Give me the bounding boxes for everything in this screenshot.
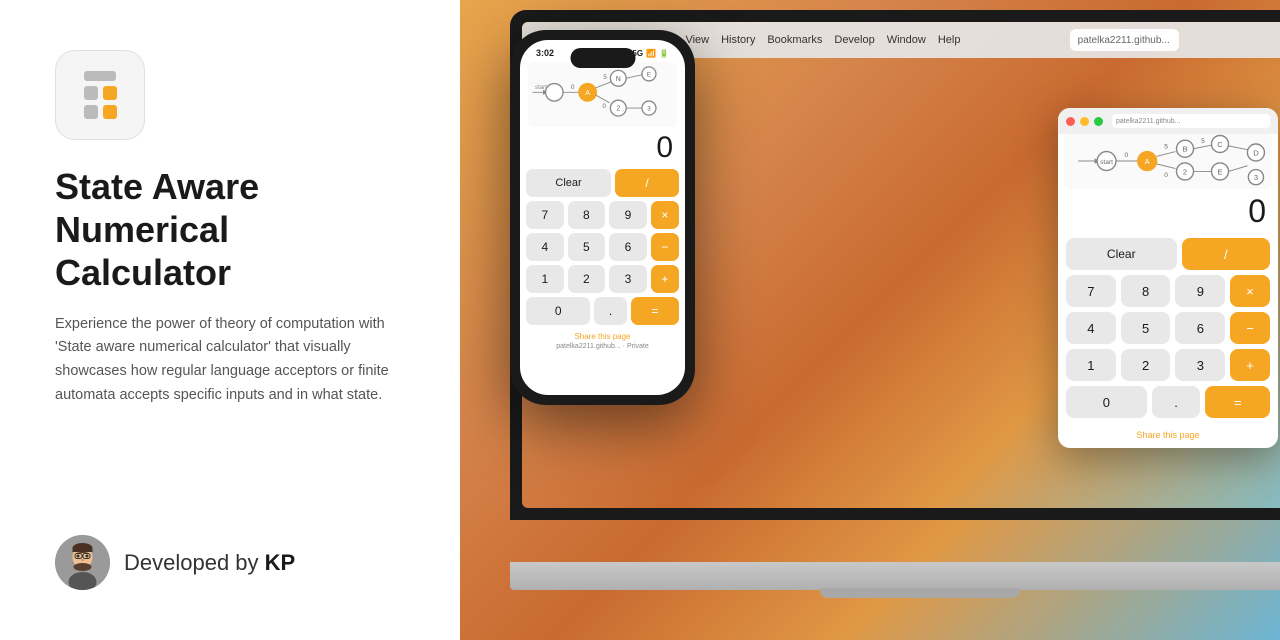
- calc-close[interactable]: [1066, 117, 1075, 126]
- svg-text:B: B: [1182, 145, 1187, 154]
- row-789-iphone: 7 8 9 ×: [526, 201, 679, 229]
- svg-text:0: 0: [1164, 172, 1168, 179]
- btn-0-iphone[interactable]: 0: [526, 297, 590, 325]
- btn-1-mac[interactable]: 1: [1066, 349, 1116, 381]
- calc-url[interactable]: patelka2211.github...: [1112, 114, 1270, 128]
- row-789-mac: 7 8 9 ×: [1066, 275, 1270, 307]
- btn-7-mac[interactable]: 7: [1066, 275, 1116, 307]
- multiply-button-mac[interactable]: ×: [1230, 275, 1270, 307]
- share-link-iphone[interactable]: Share this page: [520, 329, 685, 343]
- calc-window-titlebar: patelka2211.github...: [1058, 108, 1278, 134]
- svg-text:0: 0: [603, 103, 607, 110]
- clear-row-iphone: Clear /: [526, 169, 679, 197]
- plus-button-mac[interactable]: +: [1230, 349, 1270, 381]
- btn-9-mac[interactable]: 9: [1175, 275, 1225, 307]
- svg-text:5: 5: [1201, 138, 1205, 145]
- developer-section: Developed by KP: [55, 535, 410, 590]
- state-machine-svg-iphone: start 0 A 5 N E: [528, 62, 677, 127]
- svg-text:2: 2: [1183, 167, 1187, 176]
- row-123-iphone: 1 2 3 +: [526, 265, 679, 293]
- app-description: Experience the power of theory of comput…: [55, 313, 410, 409]
- svg-text:start: start: [1100, 159, 1113, 166]
- dot-button-mac[interactable]: .: [1152, 386, 1201, 418]
- right-panel: Safari File Edit View History Bookmarks …: [460, 0, 1280, 640]
- clear-button-iphone[interactable]: Clear: [526, 169, 611, 197]
- svg-text:E: E: [1217, 167, 1222, 176]
- btn-2-iphone[interactable]: 2: [568, 265, 606, 293]
- btn-4-mac[interactable]: 4: [1066, 312, 1116, 344]
- svg-text:C: C: [1217, 140, 1223, 149]
- multiply-button-iphone[interactable]: ×: [651, 201, 679, 229]
- row-456-iphone: 4 5 6 −: [526, 233, 679, 261]
- svg-text:5: 5: [1164, 144, 1168, 151]
- clear-button-mac[interactable]: Clear: [1066, 238, 1177, 270]
- display-number-iphone: 0: [520, 129, 685, 167]
- calc-buttons-mac: Clear / 7 8 9 ×: [1058, 234, 1278, 426]
- btn-7-iphone[interactable]: 7: [526, 201, 564, 229]
- url-bar-iphone: patelka2211.github... · Private: [520, 343, 685, 354]
- svg-text:0: 0: [571, 84, 575, 91]
- minus-button-mac[interactable]: −: [1230, 312, 1270, 344]
- iphone-notch: [570, 48, 635, 68]
- btn-8-mac[interactable]: 8: [1121, 275, 1171, 307]
- iphone: 3:02 5G 📶 🔋 start 0: [510, 30, 695, 610]
- clear-row-mac: Clear /: [1066, 238, 1270, 270]
- row-456-mac: 4 5 6 −: [1066, 312, 1270, 344]
- state-diagram-iphone: start 0 A 5 N E: [528, 62, 677, 127]
- svg-text:N: N: [616, 76, 621, 83]
- btn-1-iphone[interactable]: 1: [526, 265, 564, 293]
- row-0-mac: 0 . =: [1066, 386, 1270, 418]
- plus-button-iphone[interactable]: +: [651, 265, 679, 293]
- top-section: State Aware Numerical Calculator Experie…: [55, 50, 410, 408]
- developer-avatar: [55, 535, 110, 590]
- svg-text:E: E: [647, 72, 651, 79]
- macbook-foot: [820, 588, 1020, 598]
- title-section: State Aware Numerical Calculator Experie…: [55, 165, 410, 408]
- btn-9-iphone[interactable]: 9: [609, 201, 647, 229]
- dot-button-iphone[interactable]: .: [594, 297, 626, 325]
- app-icon: [55, 50, 145, 140]
- url-bar-mac[interactable]: patelka2211.github...: [1070, 29, 1179, 51]
- iphone-screen: 3:02 5G 📶 🔋 start 0: [520, 40, 685, 395]
- equals-button-mac[interactable]: =: [1205, 386, 1270, 418]
- equals-button-iphone[interactable]: =: [631, 297, 679, 325]
- svg-text:2: 2: [616, 106, 620, 113]
- calc-maximize[interactable]: [1094, 117, 1103, 126]
- calculator-window-mac: patelka2211.github... start: [1058, 108, 1278, 448]
- divide-button-iphone[interactable]: /: [615, 169, 679, 197]
- calc-buttons-iphone: Clear / 7 8 9 × 4 5 6 −: [520, 167, 685, 329]
- btn-6-iphone[interactable]: 6: [609, 233, 647, 261]
- status-icons: 5G 📶 🔋: [632, 49, 669, 58]
- share-link-mac[interactable]: Share this page: [1058, 426, 1278, 448]
- btn-3-iphone[interactable]: 3: [609, 265, 647, 293]
- btn-2-mac[interactable]: 2: [1121, 349, 1171, 381]
- btn-4-iphone[interactable]: 4: [526, 233, 564, 261]
- iphone-body: 3:02 5G 📶 🔋 start 0: [510, 30, 695, 405]
- app-title: State Aware Numerical Calculator: [55, 165, 410, 295]
- svg-text:3: 3: [1254, 173, 1258, 182]
- svg-text:A: A: [585, 90, 590, 97]
- svg-text:D: D: [1253, 148, 1259, 157]
- minus-button-iphone[interactable]: −: [651, 233, 679, 261]
- btn-0-mac[interactable]: 0: [1066, 386, 1147, 418]
- developer-label: Developed by KP: [124, 550, 295, 576]
- btn-5-iphone[interactable]: 5: [568, 233, 606, 261]
- divide-button-mac[interactable]: /: [1182, 238, 1270, 270]
- btn-6-mac[interactable]: 6: [1175, 312, 1225, 344]
- btn-8-iphone[interactable]: 8: [568, 201, 606, 229]
- state-diagram-mac: start 0 A 5 B 5: [1064, 134, 1272, 189]
- left-panel: State Aware Numerical Calculator Experie…: [0, 0, 460, 640]
- svg-text:0: 0: [1125, 152, 1129, 159]
- developer-name: KP: [265, 550, 296, 575]
- row-123-mac: 1 2 3 +: [1066, 349, 1270, 381]
- state-machine-svg-mac: start 0 A 5 B 5: [1064, 134, 1272, 189]
- btn-5-mac[interactable]: 5: [1121, 312, 1171, 344]
- calc-minimize[interactable]: [1080, 117, 1089, 126]
- svg-text:5: 5: [603, 74, 607, 81]
- btn-3-mac[interactable]: 3: [1175, 349, 1225, 381]
- svg-text:3: 3: [647, 106, 651, 113]
- row-0-iphone: 0 . =: [526, 297, 679, 325]
- avatar-svg: [55, 535, 110, 590]
- display-number-mac: 0: [1058, 193, 1278, 234]
